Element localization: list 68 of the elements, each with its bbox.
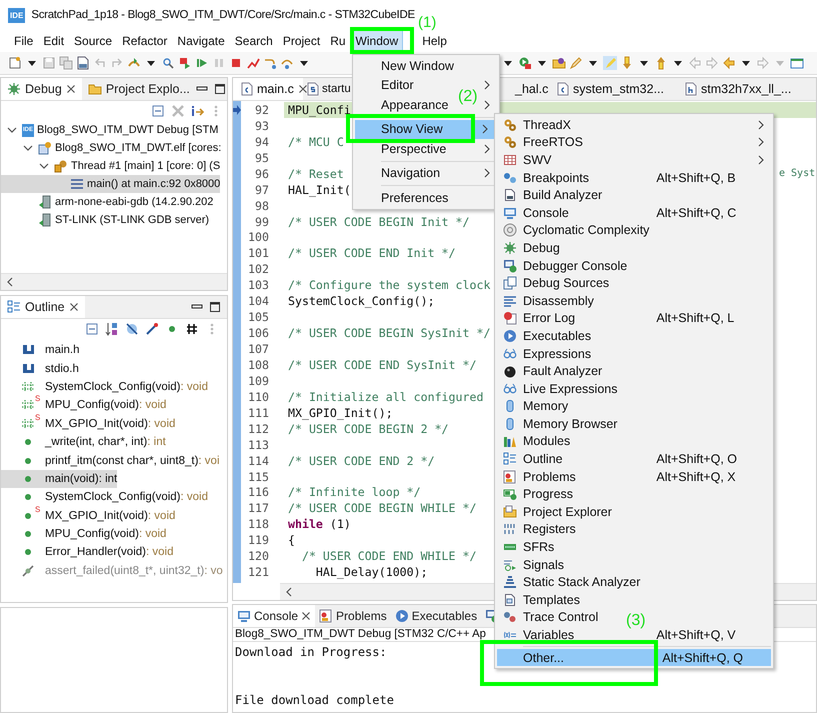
console-output: File download complete [235, 693, 394, 709]
code-line: HAL_Init( [288, 182, 351, 197]
line-number: 97 [254, 182, 269, 197]
console-output: Download in Progress: [235, 645, 387, 661]
code-line: MPU_Confi [288, 102, 351, 117]
code-line: /* USER CODE END Init */ [288, 246, 456, 260]
code-line: e Syst [779, 168, 816, 180]
line-number: 112 [247, 422, 269, 436]
line-number: 117 [247, 501, 269, 516]
line-number: 95 [254, 150, 269, 165]
shortcut-label: Alt+Shift+Q, B [656, 170, 737, 185]
line-number: 98 [254, 198, 269, 213]
code-line: MX_GPIO_Init(); [288, 406, 393, 420]
shortcut-label: Alt+Shift+Q, Q [662, 650, 743, 665]
line-number: 96 [254, 166, 269, 181]
code-line: /* Initialize all configured [288, 390, 484, 404]
code-line: while (1) [288, 517, 351, 532]
shortcut-label: Alt+Shift+Q, V [656, 628, 737, 642]
line-number: 113 [247, 438, 269, 452]
static-label: S [35, 506, 40, 514]
code-line: HAL_Delay(1000); [314, 565, 428, 580]
line-number: 118 [247, 517, 269, 532]
static-label: S [35, 414, 40, 422]
line-number: 100 [247, 230, 269, 244]
step-label: (3) [626, 613, 646, 629]
line-number: 110 [247, 390, 269, 404]
line-number: 109 [247, 374, 269, 388]
line-number: 107 [247, 342, 269, 356]
code-line: /* Configure the system clock [288, 278, 490, 292]
code-line: /* USER CODE END WHILE */ [300, 549, 476, 564]
line-number: 94 [254, 134, 269, 149]
line-number: 99 [254, 214, 269, 229]
step-label: (2) [458, 89, 478, 105]
line-number: 119 [247, 533, 269, 548]
shortcut-label: Alt+Shift+Q, C [656, 206, 737, 220]
line-number: 116 [247, 485, 269, 500]
code-line: /* USER CODE BEGIN 2 */ [288, 422, 449, 436]
window-title: ScratchPad_1p18 - Blog8_SWO_ITM_DWT/Core/Src/main.c - STM32CubeIDE [31, 9, 415, 21]
line-number: 93 [254, 118, 269, 133]
line-number: 102 [247, 262, 269, 276]
code-line: /* Reset [288, 166, 345, 181]
line-number: 106 [247, 326, 269, 340]
line-number: 111 [247, 406, 269, 420]
line-number: 121 [247, 565, 269, 580]
shortcut-label: Alt+Shift+Q, X [656, 470, 737, 484]
step-label: (1) [418, 15, 436, 30]
code-line: /* USER CODE BEGIN SysInit */ [288, 326, 490, 340]
line-number: 104 [247, 294, 269, 308]
line-number: 114 [247, 454, 269, 468]
shortcut-label: Alt+Shift+Q, O [656, 452, 737, 466]
code-line: { [288, 533, 295, 548]
code-line: /* Infinite loop */ [288, 485, 421, 500]
code-line: /* MCU C [288, 134, 344, 149]
code-line: /* USER CODE BEGIN WHILE */ [288, 501, 476, 516]
static-label: S [35, 395, 40, 404]
line-number: 115 [247, 470, 269, 484]
line-number: 103 [247, 278, 269, 292]
line-number: 108 [247, 358, 269, 372]
line-number: 101 [247, 246, 269, 260]
code-line: /* USER CODE BEGIN Init */ [288, 214, 470, 229]
code-line: /* USER CODE END SysInit */ [288, 358, 476, 372]
line-number: 105 [247, 310, 269, 324]
line-number: 92 [254, 102, 269, 117]
code-line: /* USER CODE END 2 */ [288, 454, 435, 468]
line-number: 120 [247, 549, 269, 564]
app-logo: IDE [8, 8, 26, 22]
shortcut-label: Alt+Shift+Q, L [656, 311, 736, 326]
code-line: SystemClock_Config(); [288, 294, 435, 308]
